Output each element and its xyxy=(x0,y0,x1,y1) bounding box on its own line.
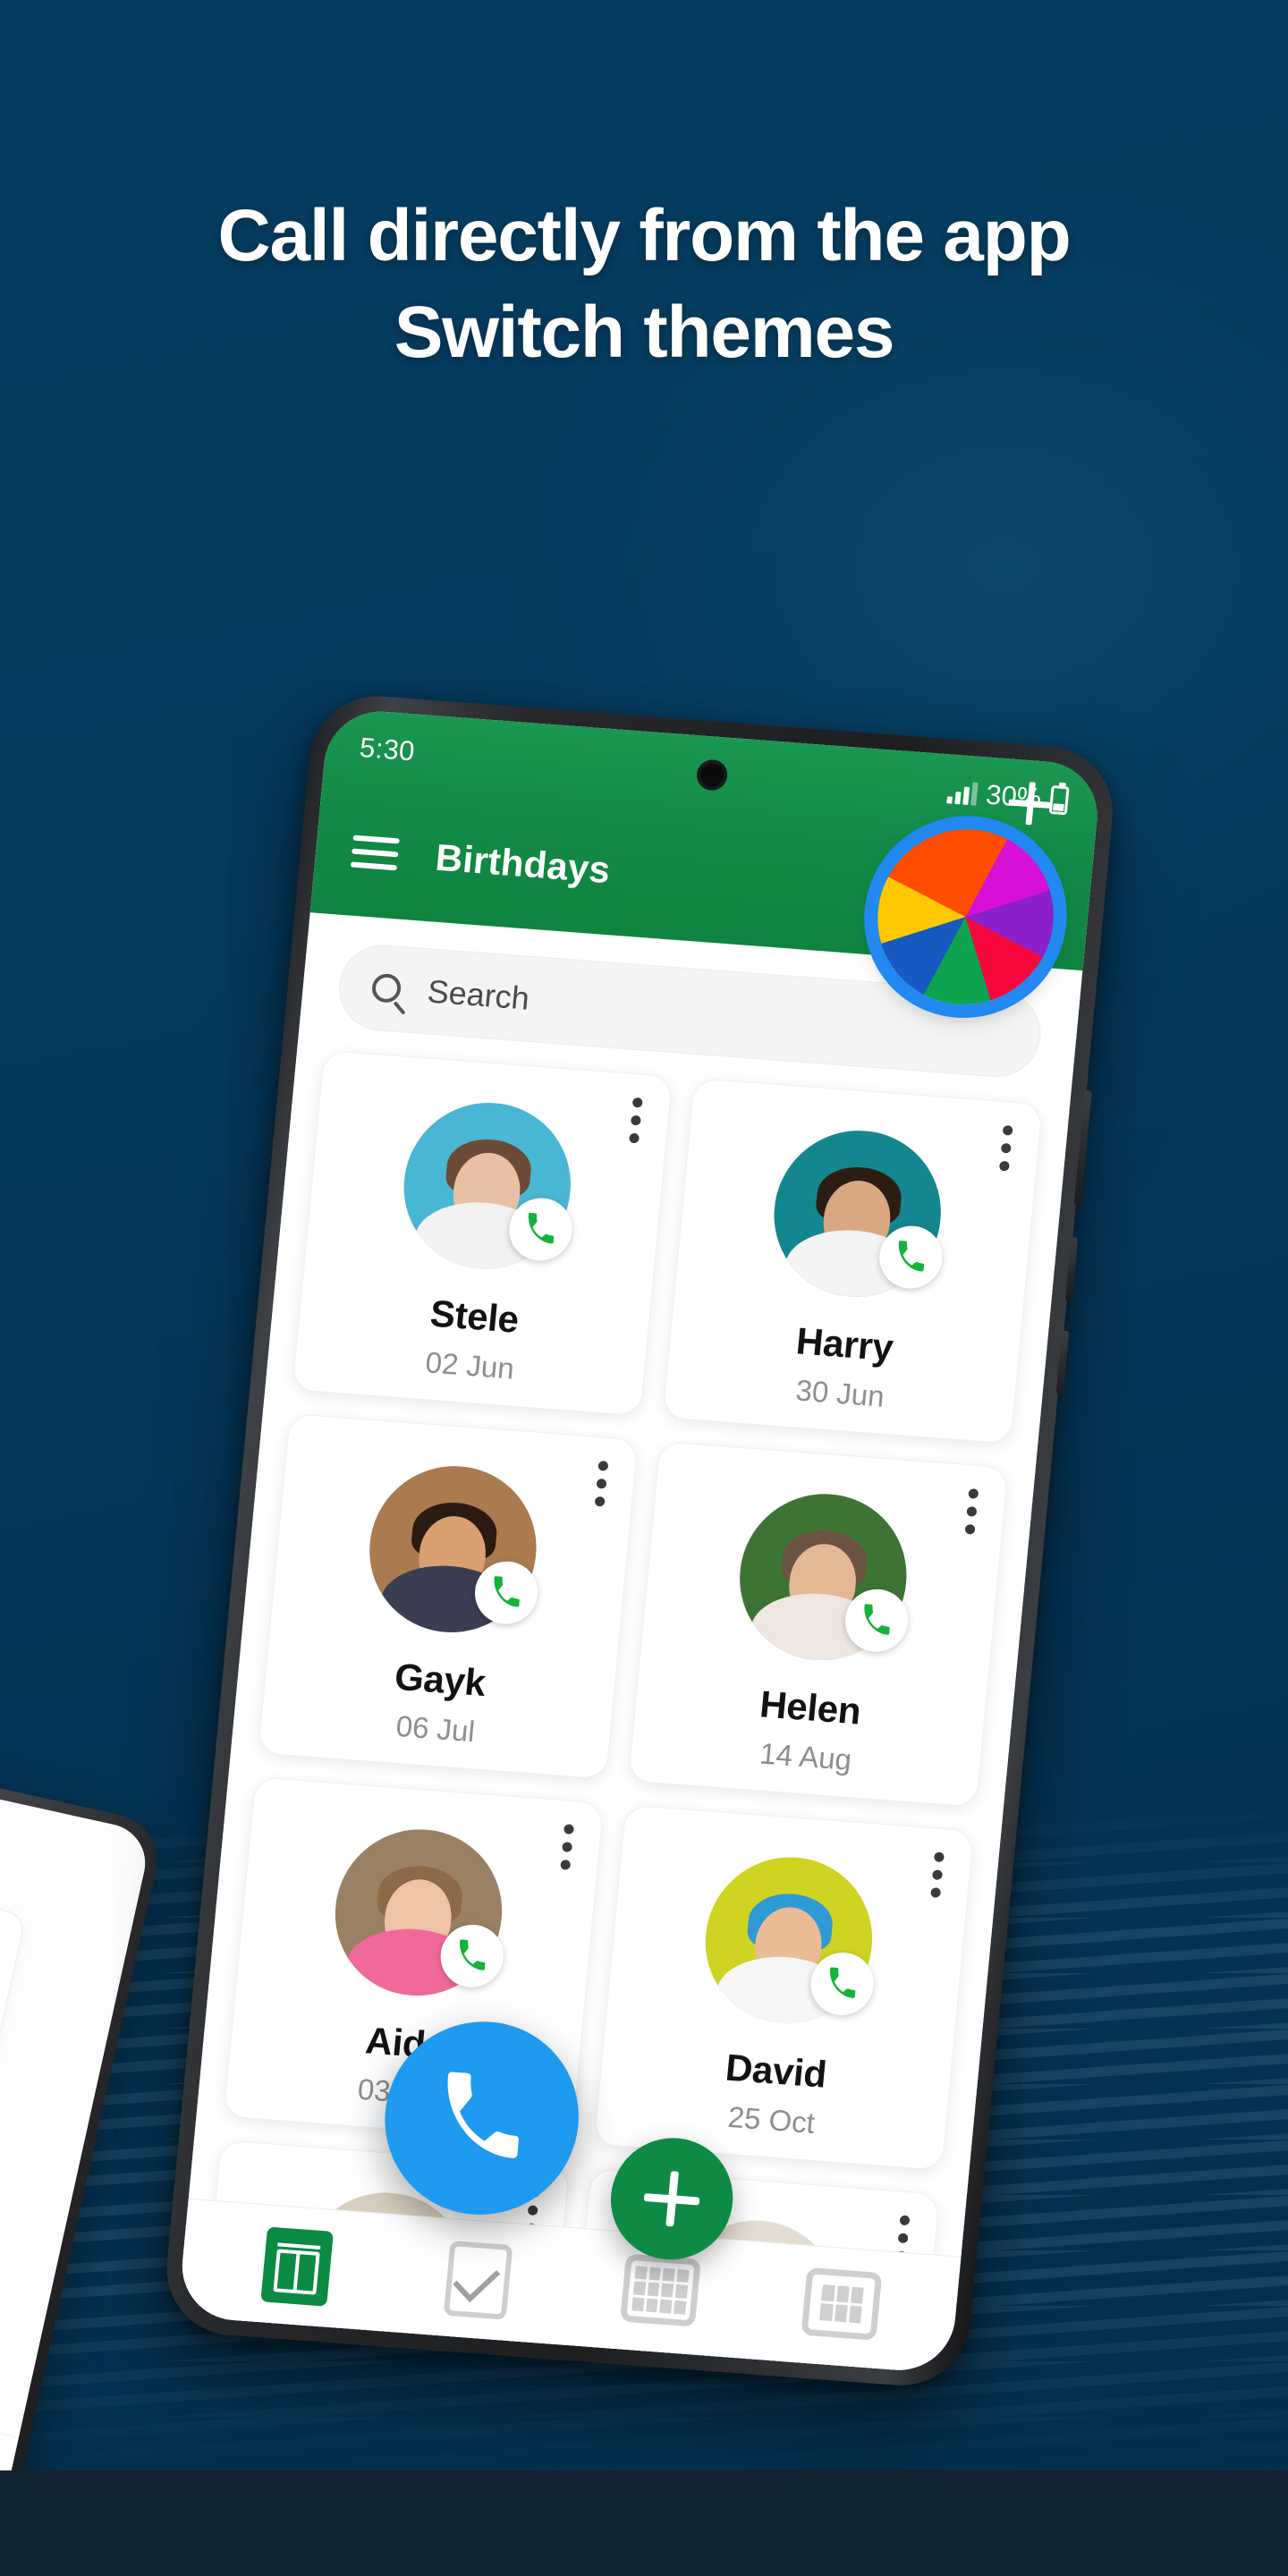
search-placeholder: Search xyxy=(426,972,531,1017)
contact-card[interactable]: Stele 02 Jun xyxy=(292,1049,674,1417)
avatar xyxy=(697,1851,879,2029)
secondary-phone-screen: ✓ xyxy=(0,1756,153,2576)
nav-item-calendar[interactable] xyxy=(797,2267,886,2348)
more-vertical-icon[interactable] xyxy=(930,1852,945,1898)
contact-birthday-date: 02 Jun xyxy=(424,1345,516,1385)
contact-card[interactable]: Helen 14 Aug xyxy=(627,1441,1009,1808)
contact-name: Gayk xyxy=(393,1655,487,1705)
signal-bars-icon xyxy=(946,780,979,806)
secondary-card xyxy=(0,1867,27,2072)
phone-icon xyxy=(864,1604,890,1635)
nav-item-calendar-month[interactable] xyxy=(615,2253,705,2334)
avatar xyxy=(361,1460,544,1639)
plus-icon[interactable] xyxy=(1007,781,1054,826)
avatar xyxy=(766,1124,948,1303)
nav-item-birthdays[interactable] xyxy=(252,2225,342,2307)
contact-name: David xyxy=(724,2046,829,2096)
avatar xyxy=(732,1487,914,1666)
nav-item-tasks[interactable] xyxy=(434,2240,523,2321)
headline-line-2: Switch themes xyxy=(394,292,895,374)
phone-icon xyxy=(494,1576,520,1607)
contact-name: Harry xyxy=(794,1319,895,1369)
bottom-strip xyxy=(0,2470,1288,2576)
gift-icon xyxy=(260,2225,334,2307)
more-vertical-icon[interactable] xyxy=(629,1097,643,1144)
page-title: Birthdays xyxy=(433,835,613,892)
promo-headline: Call directly from the app Switch themes xyxy=(0,188,1288,381)
secondary-phone-mockup: ✓ xyxy=(0,1743,166,2576)
contact-birthday-date: 30 Jun xyxy=(794,1373,886,1413)
promo-screenshot: Call directly from the app Switch themes… xyxy=(0,0,1288,2576)
secondary-phone-frame: ✓ xyxy=(0,1743,166,2576)
more-vertical-icon[interactable] xyxy=(964,1488,979,1535)
contact-name: Helen xyxy=(758,1682,863,1733)
checkbox-icon xyxy=(444,2240,513,2320)
phone-screen: 5:30 30% Birthdays Search Stele 02 Jun H… xyxy=(177,708,1103,2375)
status-time: 5:30 xyxy=(358,731,417,767)
contact-birthday-date: 25 Oct xyxy=(726,2099,817,2140)
contact-birthday-date: 06 Jul xyxy=(394,1708,477,1749)
contact-card[interactable]: David 25 Oct xyxy=(593,1804,975,2171)
contact-card[interactable]: Harry 30 Jun xyxy=(662,1077,1044,1445)
phone-icon xyxy=(829,1967,855,1998)
search-icon xyxy=(370,972,402,1004)
main-phone-mockup: 5:30 30% Birthdays Search Stele 02 Jun H… xyxy=(160,691,1119,2391)
hamburger-menu-icon[interactable] xyxy=(350,827,401,879)
phone-icon xyxy=(459,1939,485,1970)
contact-name: Stele xyxy=(428,1292,521,1341)
calendar-month-icon xyxy=(619,2253,701,2327)
phone-icon xyxy=(528,1212,554,1244)
more-vertical-icon[interactable] xyxy=(594,1460,609,1507)
avatar xyxy=(395,1097,578,1275)
contact-card[interactable]: Gayk 06 Jul xyxy=(257,1412,639,1780)
phone-icon xyxy=(447,2072,519,2158)
contact-birthday-date: 14 Aug xyxy=(758,1736,853,1776)
phone-icon xyxy=(898,1241,924,1272)
calendar-icon xyxy=(801,2267,883,2341)
more-vertical-icon[interactable] xyxy=(560,1824,574,1870)
headline-line-1: Call directly from the app xyxy=(217,195,1071,276)
avatar xyxy=(326,1823,509,2002)
more-vertical-icon[interactable] xyxy=(998,1124,1013,1172)
